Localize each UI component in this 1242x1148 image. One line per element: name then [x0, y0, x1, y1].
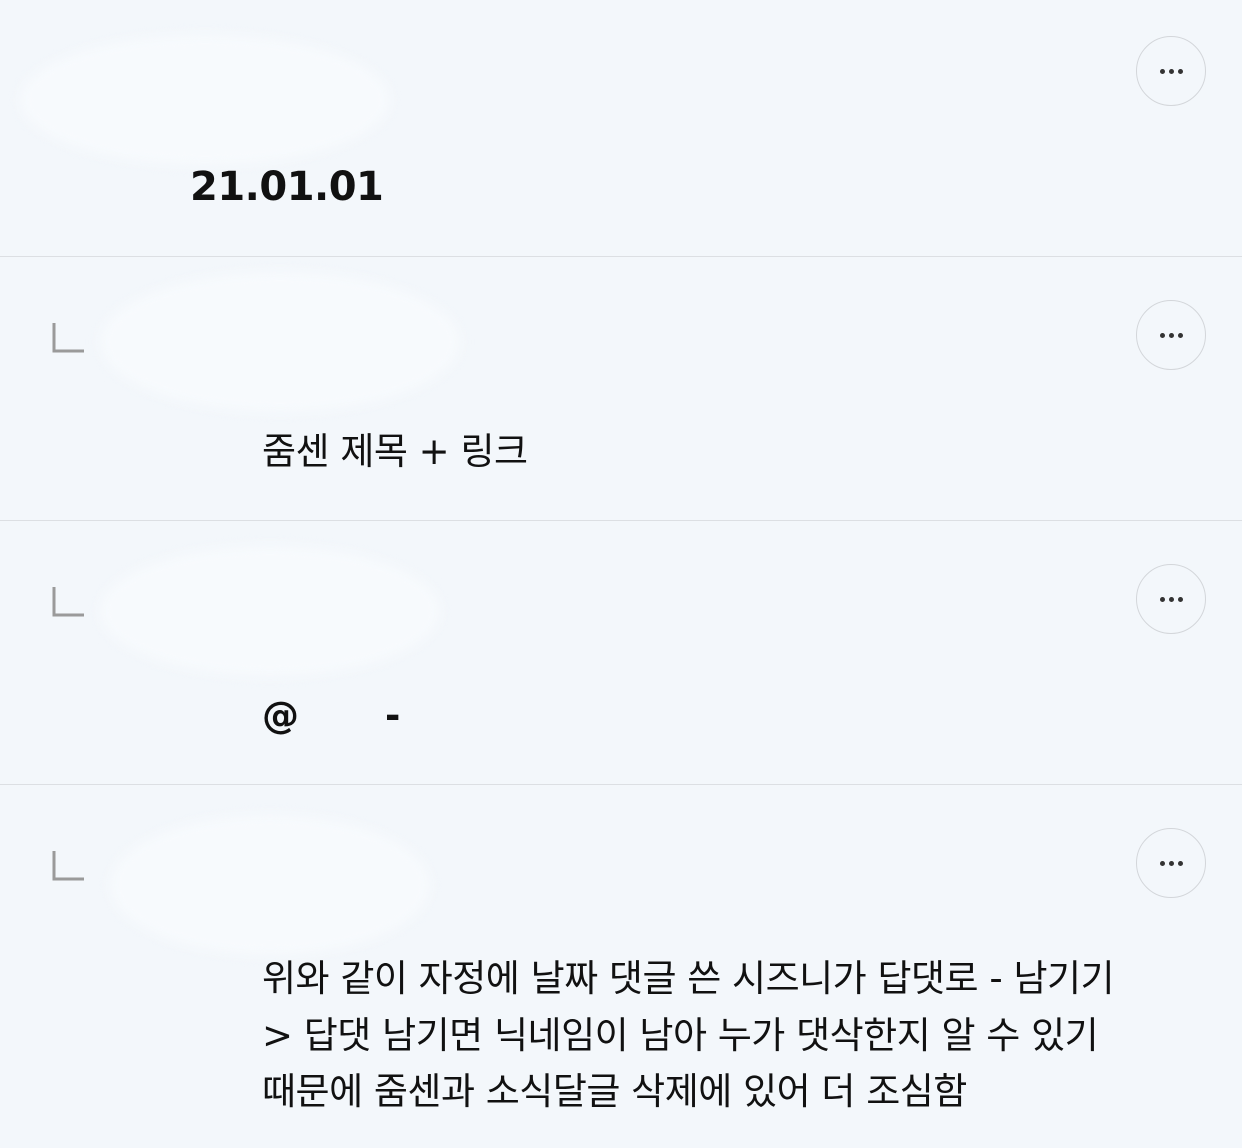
more-horizontal-icon	[1159, 332, 1183, 338]
more-horizontal-icon	[1159, 68, 1183, 74]
mention-text: @	[262, 694, 299, 737]
reply-item: 위와 같이 자정에 날짜 댓글 쓴 시즈니가 답댓로 - 남기기 > 답댓 남기…	[0, 785, 1242, 1148]
reply-text: 줌센 제목 + 링크	[262, 430, 528, 473]
reply-text-line: 위와 같이 자정에 날짜 댓글 쓴 시즈니가 답댓로 - 남기기	[262, 957, 1115, 1000]
blurred-profile	[20, 35, 390, 165]
comment-item: 21.01.01	[0, 0, 1242, 256]
more-options-button[interactable]	[1136, 36, 1206, 106]
reply-arrow-icon	[52, 587, 84, 617]
more-options-button[interactable]	[1136, 564, 1206, 634]
reply-item: 줌센 제목 + 링크	[0, 257, 1242, 520]
reply-arrow-icon	[52, 323, 84, 353]
reply-text-line: > 답댓 남기면 닉네임이 남아 누가 댓삭한지 알 수 있기	[262, 1014, 1099, 1057]
reply-text-line: 때문에 줌센과 소식달글 삭제에 있어 더 조심함	[262, 1070, 967, 1113]
more-horizontal-icon	[1159, 596, 1183, 602]
more-options-button[interactable]	[1136, 300, 1206, 370]
dash-text: -	[385, 694, 400, 737]
reply-arrow-icon	[52, 851, 84, 881]
blurred-profile	[100, 272, 460, 412]
more-options-button[interactable]	[1136, 828, 1206, 898]
more-horizontal-icon	[1159, 860, 1183, 866]
reply-item: @ -	[0, 521, 1242, 784]
blurred-profile	[100, 546, 440, 676]
comment-text: 21.01.01	[190, 164, 384, 210]
blurred-profile	[110, 815, 430, 955]
